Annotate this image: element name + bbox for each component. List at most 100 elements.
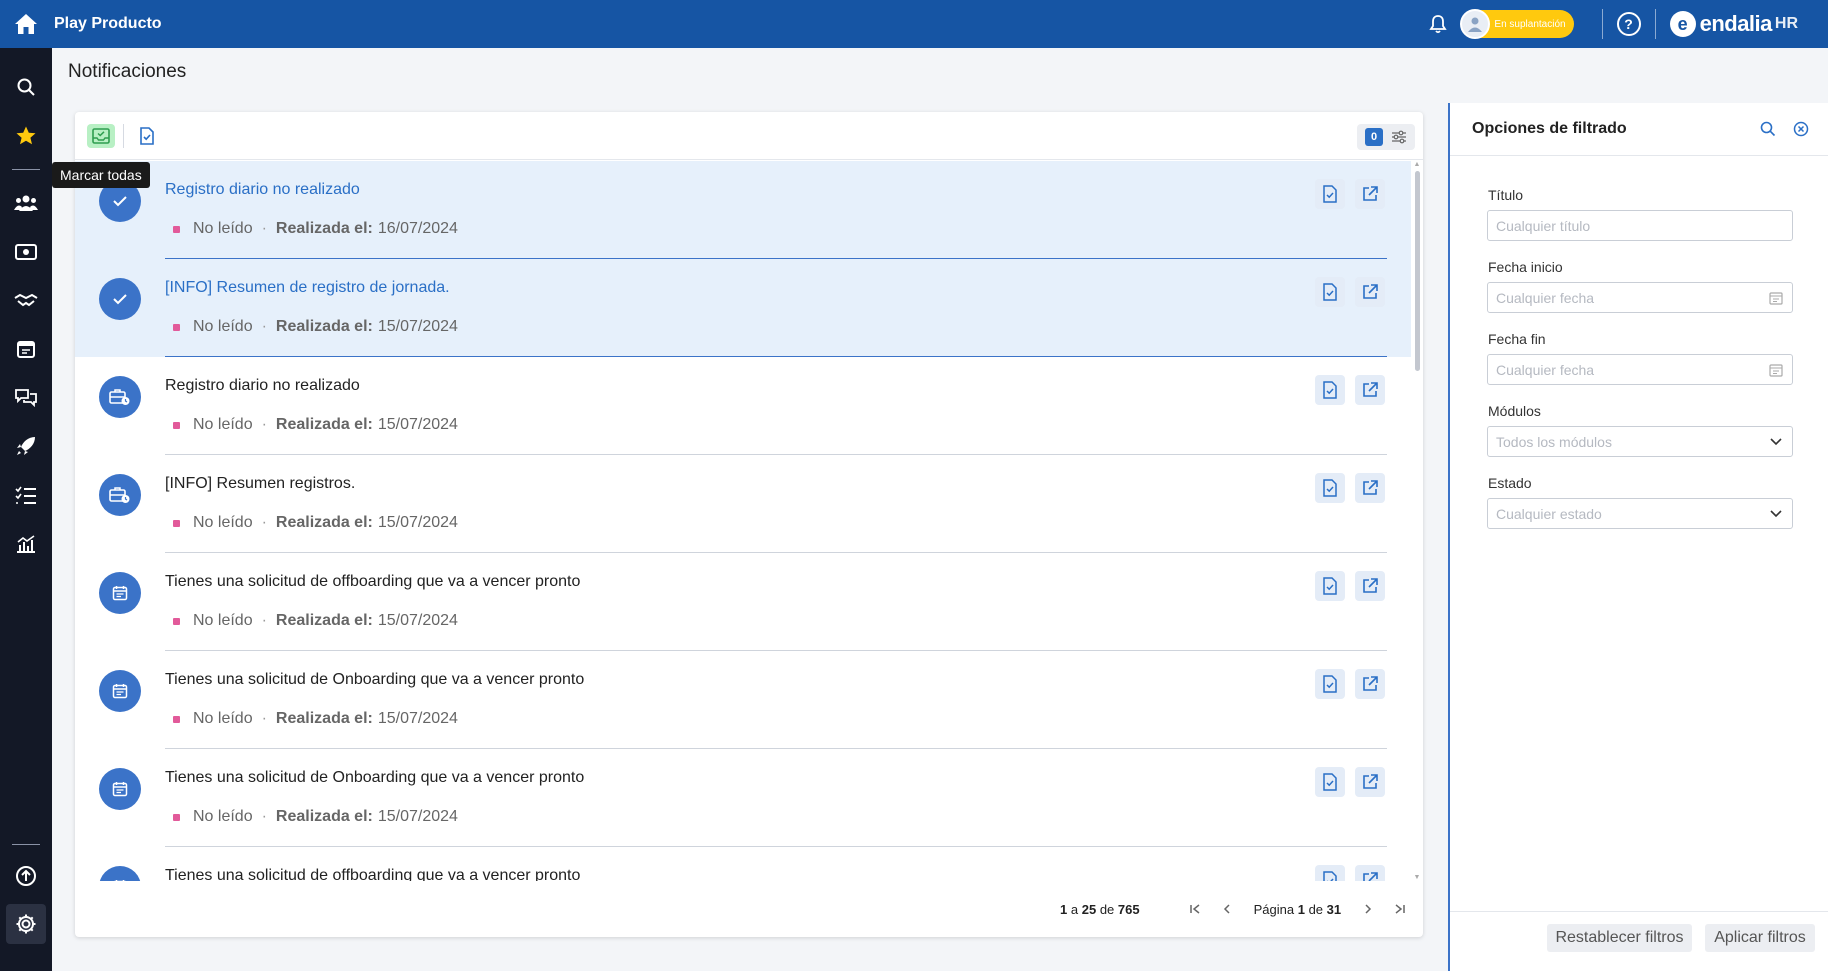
calendar-icon[interactable]: [99, 572, 141, 614]
first-page-button[interactable]: [1182, 896, 1208, 922]
notification-status: No leído: [193, 416, 253, 433]
open-link-button[interactable]: [1355, 865, 1385, 881]
fecha-inicio-placeholder: Cualquier fecha: [1496, 289, 1595, 306]
page-title: Notificaciones: [68, 61, 187, 82]
notification-meta: No leído · Realizada el: 15/07/2024: [173, 416, 458, 434]
open-link-button[interactable]: [1355, 179, 1385, 209]
check-icon[interactable]: [99, 278, 141, 320]
external-link-icon: [1361, 185, 1379, 203]
sidebar-handshake[interactable]: [0, 280, 52, 320]
open-link-button[interactable]: [1355, 571, 1385, 601]
apply-filters-button[interactable]: Aplicar filtros: [1705, 924, 1815, 952]
notification-row[interactable]: [INFO] Resumen de registro de jornada. No…: [75, 259, 1411, 357]
mark-read-button[interactable]: [1315, 571, 1345, 601]
mark-read-button[interactable]: [1315, 179, 1345, 209]
star-icon: [16, 126, 36, 145]
scrollbar[interactable]: ▲ ▼: [1411, 161, 1423, 881]
mark-read-button[interactable]: [133, 124, 161, 148]
first-page-icon: [1189, 904, 1200, 914]
external-link-icon: [1361, 675, 1379, 693]
titulo-placeholder: Cualquier título: [1496, 217, 1591, 234]
briefcase-clock-icon[interactable]: [99, 376, 141, 418]
impersonation-badge[interactable]: En suplantación: [1460, 9, 1574, 39]
notification-row[interactable]: Tienes una solicitud de Onboarding que v…: [75, 749, 1411, 847]
mark-read-button[interactable]: [1315, 865, 1345, 881]
open-link-button[interactable]: [1355, 767, 1385, 797]
sidebar-calendar[interactable]: [0, 329, 52, 369]
mark-read-button[interactable]: [1315, 669, 1345, 699]
scroll-down-arrow[interactable]: ▼: [1413, 874, 1421, 881]
notification-row[interactable]: Tienes una solicitud de offboarding que …: [75, 847, 1411, 881]
calendar-icon[interactable]: [1768, 290, 1784, 306]
pagination-range: 1 a 25 de 765: [1060, 901, 1140, 917]
app-title[interactable]: Play Producto: [54, 15, 162, 33]
notification-status: No leído: [193, 318, 253, 335]
open-link-button[interactable]: [1355, 669, 1385, 699]
notification-title[interactable]: Registro diario no realizado: [165, 377, 360, 395]
notification-title[interactable]: [INFO] Resumen registros.: [165, 475, 355, 493]
open-link-button[interactable]: [1355, 375, 1385, 405]
notification-row[interactable]: Tienes una solicitud de offboarding que …: [75, 553, 1411, 651]
prev-page-button[interactable]: [1214, 896, 1240, 922]
notification-status: No leído: [193, 612, 253, 629]
notification-title[interactable]: [INFO] Resumen de registro de jornada.: [165, 279, 450, 297]
sidebar-people[interactable]: [0, 183, 52, 223]
mark-all-button[interactable]: [87, 124, 115, 148]
document-check-icon: [1323, 479, 1337, 497]
mark-read-button[interactable]: [1315, 767, 1345, 797]
fecha-inicio-input[interactable]: Cualquier fecha: [1487, 282, 1793, 313]
sidebar-tasks[interactable]: [0, 475, 52, 515]
scrollbar-thumb[interactable]: [1415, 171, 1420, 371]
notification-row[interactable]: Registro diario no realizado No leído · Rea…: [75, 161, 1411, 259]
mark-read-button[interactable]: [1315, 473, 1345, 503]
external-link-icon: [1361, 871, 1379, 881]
fecha-fin-placeholder: Cualquier fecha: [1496, 361, 1595, 378]
last-page-button[interactable]: [1387, 896, 1413, 922]
money-icon: [15, 244, 37, 260]
estado-select[interactable]: Cualquier estado: [1487, 498, 1793, 529]
notification-row[interactable]: [INFO] Resumen registros. No leído · Realiz…: [75, 455, 1411, 553]
titulo-input[interactable]: Cualquier título: [1487, 210, 1793, 241]
calendar-icon[interactable]: [99, 866, 141, 881]
briefcase-clock-icon[interactable]: [99, 474, 141, 516]
help-icon[interactable]: ?: [1616, 12, 1641, 36]
calendar-icon[interactable]: [99, 670, 141, 712]
sidebar-favorites[interactable]: [0, 116, 52, 156]
home-button[interactable]: [0, 0, 52, 48]
notifications-bell[interactable]: [1424, 10, 1452, 38]
sidebar-analytics[interactable]: [0, 524, 52, 564]
next-page-button[interactable]: [1355, 896, 1381, 922]
unread-dot: [173, 421, 180, 429]
sidebar-settings[interactable]: [6, 904, 46, 944]
reset-filters-button[interactable]: Restablecer filtros: [1547, 924, 1692, 952]
notification-date: 15/07/2024: [377, 416, 458, 433]
calendar-icon[interactable]: [99, 768, 141, 810]
notification-date: 15/07/2024: [377, 808, 458, 825]
notification-row[interactable]: Tienes una solicitud de Onboarding que v…: [75, 651, 1411, 749]
topbar-divider: [1654, 9, 1656, 39]
mark-read-button[interactable]: [1315, 277, 1345, 307]
notification-title[interactable]: Tienes una solicitud de Onboarding que v…: [165, 671, 584, 689]
fecha-fin-input[interactable]: Cualquier fecha: [1487, 354, 1793, 385]
open-link-button[interactable]: [1355, 277, 1385, 307]
notification-row[interactable]: Registro diario no realizado No leído · Rea…: [75, 357, 1411, 455]
modulos-select[interactable]: Todos los módulos: [1487, 426, 1793, 457]
sidebar-upload[interactable]: [0, 856, 52, 896]
filter-search-button[interactable]: [1758, 119, 1778, 139]
scroll-up-arrow[interactable]: ▲: [1413, 161, 1421, 168]
sidebar-payroll[interactable]: [0, 232, 52, 272]
sidebar-onboarding[interactable]: [0, 426, 52, 466]
notification-title[interactable]: Tienes una solicitud de offboarding que …: [165, 573, 580, 591]
calendar-icon[interactable]: [1768, 362, 1784, 378]
sidebar-divider: [12, 169, 40, 170]
sidebar-chat[interactable]: [0, 377, 52, 417]
sidebar-search[interactable]: [0, 67, 52, 107]
filter-close-button[interactable]: [1791, 119, 1811, 139]
search-icon: [1760, 121, 1776, 137]
notification-title[interactable]: Tienes una solicitud de offboarding que …: [165, 867, 580, 881]
open-link-button[interactable]: [1355, 473, 1385, 503]
mark-read-button[interactable]: [1315, 375, 1345, 405]
notification-title[interactable]: Tienes una solicitud de Onboarding que v…: [165, 769, 584, 787]
filter-toggle-button[interactable]: 0: [1357, 124, 1415, 150]
notification-title[interactable]: Registro diario no realizado: [165, 181, 360, 199]
